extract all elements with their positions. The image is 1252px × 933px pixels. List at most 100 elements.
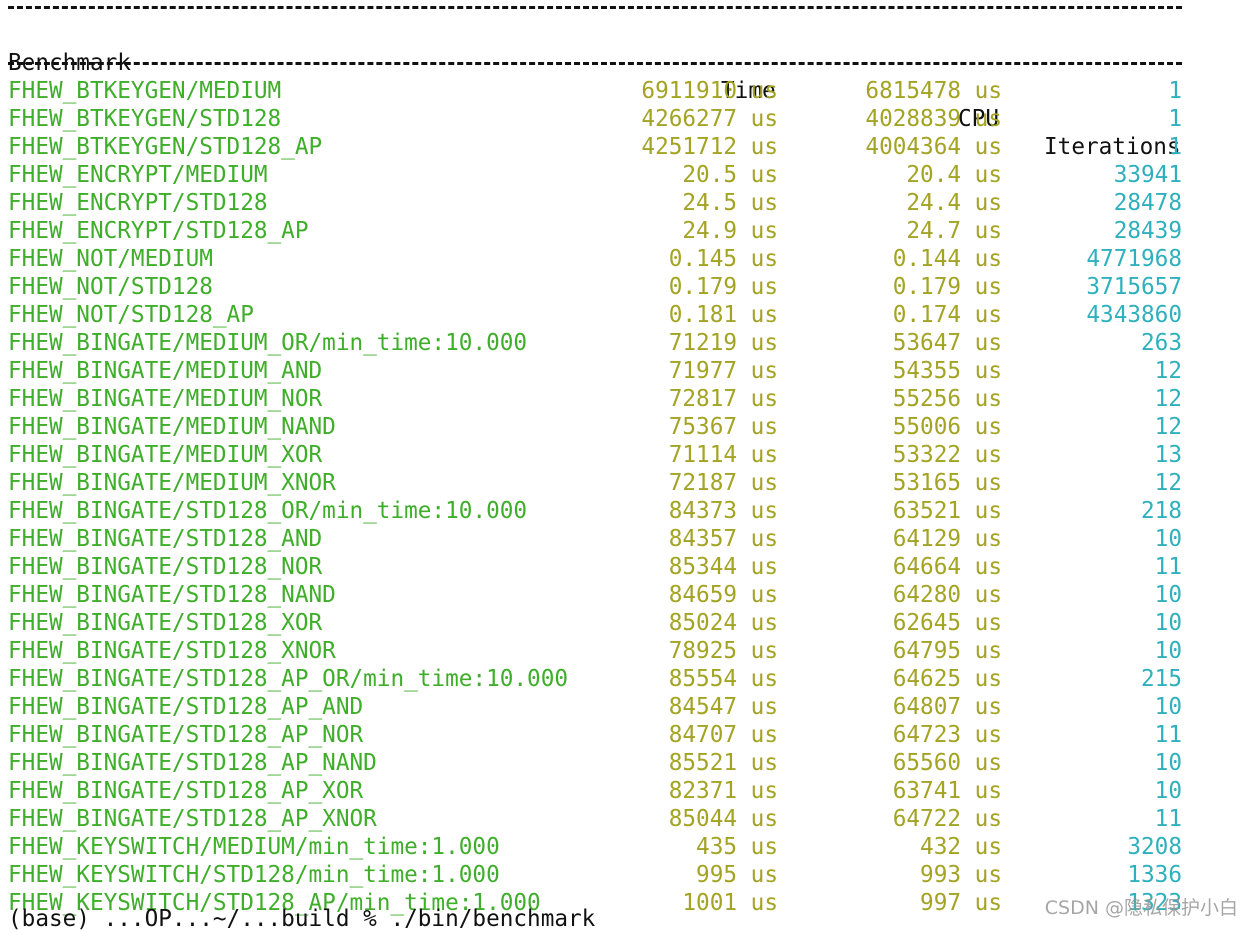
cpu-value: 993 us bbox=[920, 862, 1002, 888]
header-separator bbox=[8, 62, 1182, 65]
iterations-value: 10 bbox=[1154, 582, 1182, 608]
cpu-value: 54355 us bbox=[892, 358, 1002, 384]
iterations-value: 10 bbox=[1154, 526, 1182, 552]
table-row: FHEW_BINGATE/MEDIUM_XOR 71114 us 53322 us 1… bbox=[8, 441, 1182, 469]
time-value: 78925 us bbox=[668, 638, 778, 664]
table-row: FHEW_BINGATE/MEDIUM_NOR 72817 us 55256 us 1… bbox=[8, 385, 1182, 413]
benchmark-results: FHEW_BTKEYGEN/MEDIUM 6911910 us 6815478 us… bbox=[8, 77, 1182, 917]
benchmark-name: FHEW_ENCRYPT/STD128_AP bbox=[8, 218, 309, 244]
iterations-value: 1 bbox=[1168, 106, 1182, 132]
iterations-value: 3715657 bbox=[1086, 274, 1182, 300]
benchmark-name: FHEW_BINGATE/MEDIUM_NOR bbox=[8, 386, 323, 412]
benchmark-name: FHEW_BINGATE/STD128_AP_XOR bbox=[8, 778, 364, 804]
time-value: 85024 us bbox=[668, 610, 778, 636]
benchmark-name: FHEW_BINGATE/STD128_AP_NAND bbox=[8, 750, 377, 776]
time-value: 85044 us bbox=[668, 806, 778, 832]
table-row: FHEW_BINGATE/STD128_XOR 85024 us 62645 us 1… bbox=[8, 609, 1182, 637]
table-row: FHEW_ENCRYPT/STD128_AP 24.9 us 24.7 us 2843… bbox=[8, 217, 1182, 245]
iterations-value: 10 bbox=[1154, 610, 1182, 636]
iterations-value: 3208 bbox=[1127, 834, 1182, 860]
cpu-value: 64280 us bbox=[892, 582, 1002, 608]
table-row: FHEW_ENCRYPT/MEDIUM 20.5 us 20.4 us 33941 bbox=[8, 161, 1182, 189]
cpu-value: 62645 us bbox=[892, 610, 1002, 636]
time-value: 0.181 us bbox=[668, 302, 778, 328]
table-row: FHEW_BTKEYGEN/STD128_AP 4251712 us 4004364… bbox=[8, 133, 1182, 161]
cpu-value: 55256 us bbox=[892, 386, 1002, 412]
iterations-value: 28478 bbox=[1113, 190, 1182, 216]
benchmark-name: FHEW_BINGATE/STD128_NAND bbox=[8, 582, 336, 608]
table-row: FHEW_BTKEYGEN/MEDIUM 6911910 us 6815478 us… bbox=[8, 77, 1182, 105]
benchmark-name: FHEW_BINGATE/STD128_OR/min_time:10.000 bbox=[8, 498, 528, 524]
time-value: 0.145 us bbox=[668, 246, 778, 272]
cpu-value: 64722 us bbox=[892, 806, 1002, 832]
iterations-value: 218 bbox=[1141, 498, 1182, 524]
cpu-value: 64795 us bbox=[892, 638, 1002, 664]
table-row: FHEW_BINGATE/STD128_AP_NOR 84707 us 64723 … bbox=[8, 721, 1182, 749]
cpu-value: 24.4 us bbox=[906, 190, 1002, 216]
cpu-value: 64807 us bbox=[892, 694, 1002, 720]
time-value: 84373 us bbox=[668, 498, 778, 524]
cpu-value: 997 us bbox=[920, 890, 1002, 916]
time-value: 85521 us bbox=[668, 750, 778, 776]
table-row: FHEW_BINGATE/MEDIUM_NAND 75367 us 55006 us… bbox=[8, 413, 1182, 441]
time-value: 71219 us bbox=[668, 330, 778, 356]
time-value: 85344 us bbox=[668, 554, 778, 580]
table-row: FHEW_BINGATE/STD128_AP_OR/min_time:10.00… bbox=[8, 665, 1182, 693]
benchmark-name: FHEW_BINGATE/STD128_AP_NOR bbox=[8, 722, 364, 748]
table-row: FHEW_BTKEYGEN/STD128 4266277 us 4028839 us… bbox=[8, 105, 1182, 133]
cpu-value: 53647 us bbox=[892, 330, 1002, 356]
benchmark-name: FHEW_KEYSWITCH/STD128/min_time:1.000 bbox=[8, 862, 500, 888]
time-value: 4251712 us bbox=[641, 134, 778, 160]
time-value: 84659 us bbox=[668, 582, 778, 608]
cpu-value: 53322 us bbox=[892, 442, 1002, 468]
time-value: 72817 us bbox=[668, 386, 778, 412]
cpu-value: 0.174 us bbox=[892, 302, 1002, 328]
time-value: 6911910 us bbox=[641, 78, 778, 104]
table-row: FHEW_BINGATE/STD128_AND 84357 us 64129 us 1… bbox=[8, 525, 1182, 553]
benchmark-name: FHEW_BTKEYGEN/STD128 bbox=[8, 106, 282, 132]
benchmark-name: FHEW_BINGATE/STD128_AND bbox=[8, 526, 323, 552]
time-value: 72187 us bbox=[668, 470, 778, 496]
time-value: 20.5 us bbox=[682, 162, 778, 188]
iterations-value: 1 bbox=[1168, 78, 1182, 104]
cpu-value: 0.144 us bbox=[892, 246, 1002, 272]
iterations-value: 4771968 bbox=[1086, 246, 1182, 272]
iterations-value: 263 bbox=[1141, 330, 1182, 356]
table-row: FHEW_ENCRYPT/STD128 24.5 us 24.4 us 28478 bbox=[8, 189, 1182, 217]
benchmark-name: FHEW_BINGATE/STD128_AP_AND bbox=[8, 694, 364, 720]
time-value: 82371 us bbox=[668, 778, 778, 804]
watermark: CSDN @隐私保护小白 bbox=[1044, 897, 1238, 919]
benchmark-name: FHEW_BTKEYGEN/STD128_AP bbox=[8, 134, 323, 160]
iterations-value: 10 bbox=[1154, 694, 1182, 720]
iterations-value: 12 bbox=[1154, 386, 1182, 412]
cpu-value: 64664 us bbox=[892, 554, 1002, 580]
iterations-value: 10 bbox=[1154, 750, 1182, 776]
cpu-value: 53165 us bbox=[892, 470, 1002, 496]
table-header: Benchmark Time CPU Iterations bbox=[8, 21, 1182, 160]
time-value: 84357 us bbox=[668, 526, 778, 552]
iterations-value: 13 bbox=[1154, 442, 1182, 468]
time-value: 71977 us bbox=[668, 358, 778, 384]
cpu-value: 65560 us bbox=[892, 750, 1002, 776]
top-separator bbox=[8, 6, 1182, 9]
table-row: FHEW_BINGATE/MEDIUM_XNOR 72187 us 53165 us… bbox=[8, 469, 1182, 497]
cpu-value: 24.7 us bbox=[906, 218, 1002, 244]
iterations-value: 11 bbox=[1154, 722, 1182, 748]
iterations-value: 11 bbox=[1154, 554, 1182, 580]
time-value: 75367 us bbox=[668, 414, 778, 440]
benchmark-name: FHEW_BTKEYGEN/MEDIUM bbox=[8, 78, 282, 104]
cpu-value: 64129 us bbox=[892, 526, 1002, 552]
time-value: 435 us bbox=[696, 834, 778, 860]
iterations-value: 12 bbox=[1154, 414, 1182, 440]
iterations-value: 28439 bbox=[1113, 218, 1182, 244]
benchmark-name: FHEW_BINGATE/STD128_AP_OR/min_time:10.00… bbox=[8, 666, 569, 692]
table-row: FHEW_KEYSWITCH/STD128/min_time:1.000 995 … bbox=[8, 861, 1182, 889]
time-value: 85554 us bbox=[668, 666, 778, 692]
cpu-value: 4004364 us bbox=[865, 134, 1002, 160]
iterations-value: 33941 bbox=[1113, 162, 1182, 188]
time-value: 4266277 us bbox=[641, 106, 778, 132]
time-value: 71114 us bbox=[668, 442, 778, 468]
benchmark-name: FHEW_BINGATE/MEDIUM_AND bbox=[8, 358, 323, 384]
iterations-value: 1336 bbox=[1127, 862, 1182, 888]
table-row: FHEW_BINGATE/MEDIUM_AND 71977 us 54355 us 1… bbox=[8, 357, 1182, 385]
